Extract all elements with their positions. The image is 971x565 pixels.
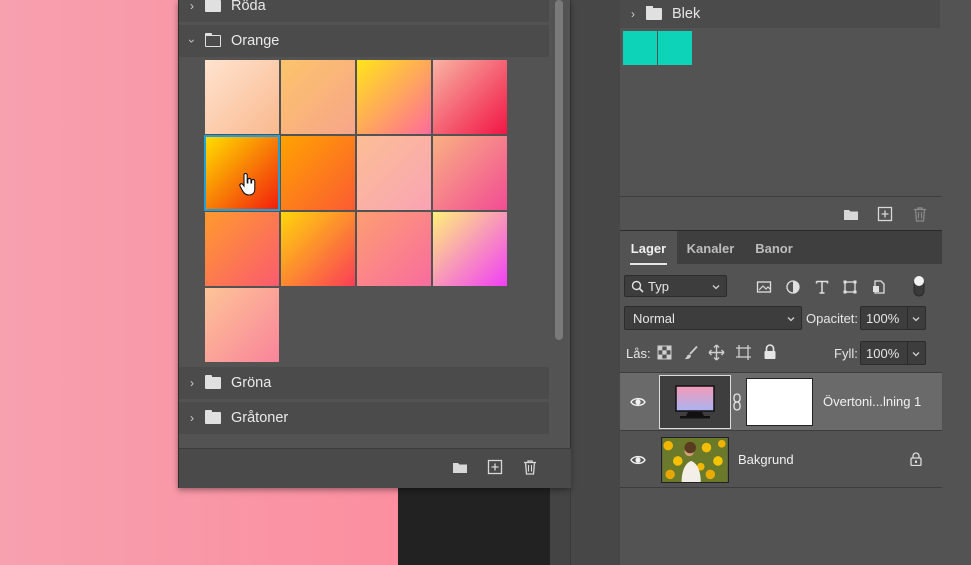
folder-icon xyxy=(205,375,221,389)
lock-artboard-icon[interactable] xyxy=(735,344,752,361)
layer-filter-label: Typ xyxy=(648,278,669,294)
lock-label: Lås: xyxy=(626,346,651,361)
adjustment-thumbnail[interactable] xyxy=(659,375,731,429)
hand-cursor-icon xyxy=(239,173,256,196)
gradient-swatch[interactable] xyxy=(281,136,355,210)
swatches-panel-footer xyxy=(620,196,942,230)
layers-panel-tabs: Lager Kanaler Banor xyxy=(620,230,971,265)
gradient-group-label: Orange xyxy=(231,33,280,49)
layer-row-background[interactable]: Bakgrund xyxy=(620,430,942,488)
layer-name[interactable]: Övertoni...lning 1 xyxy=(823,394,921,409)
gradient-swatch[interactable] xyxy=(357,60,431,134)
gradient-swatch[interactable] xyxy=(281,60,355,134)
layer-row-adjustment[interactable]: Övertoni...lning 1 xyxy=(620,372,942,430)
swatch-group-blek[interactable]: › Blek xyxy=(620,0,940,28)
trash-icon[interactable] xyxy=(911,205,929,223)
gradients-scrollbar[interactable] xyxy=(553,0,565,340)
chain-link-icon[interactable] xyxy=(732,393,742,411)
gradient-group-label: Gröna xyxy=(231,375,272,391)
folder-icon xyxy=(205,0,221,12)
new-preset-icon[interactable] xyxy=(486,458,504,476)
gradient-swatch[interactable] xyxy=(433,60,507,134)
blend-mode-select[interactable]: Normal xyxy=(624,306,802,330)
panel-column-divider xyxy=(570,0,620,565)
lock-icon xyxy=(910,452,922,466)
chevron-down-icon xyxy=(912,352,920,357)
fill-input[interactable]: 100% xyxy=(860,341,908,365)
chevron-down-icon[interactable]: › xyxy=(185,28,199,54)
blend-mode-value: Normal xyxy=(633,310,675,326)
background-image-thumbnail[interactable] xyxy=(661,437,729,483)
scrollbar-thumb[interactable] xyxy=(555,0,563,340)
chevron-right-icon[interactable]: › xyxy=(620,7,646,21)
folder-icon xyxy=(646,6,662,20)
swatch-group-label: Blek xyxy=(672,6,701,22)
search-icon xyxy=(631,280,644,293)
opacity-label: Opacitet: xyxy=(806,311,859,326)
chevron-right-icon[interactable]: › xyxy=(179,0,205,13)
fill-value: 100% xyxy=(866,345,900,361)
adjustment-filter-icon[interactable] xyxy=(785,279,801,295)
new-group-icon[interactable] xyxy=(842,205,860,223)
fill-label: Fyll: xyxy=(834,346,858,361)
chevron-right-icon[interactable]: › xyxy=(179,411,205,425)
fill-dropdown[interactable] xyxy=(908,341,926,365)
blend-row: Normal Opacitet: 100% xyxy=(620,306,942,332)
right-panel-column: › Blek Lager Kanaler Banor Typ Normal Op… xyxy=(620,0,971,565)
gradients-panel-footer xyxy=(179,448,571,488)
eye-visibility-icon[interactable] xyxy=(630,452,646,468)
chevron-down-icon xyxy=(912,317,920,322)
lock-position-move-icon[interactable] xyxy=(708,344,725,361)
chevron-down-icon xyxy=(787,317,795,322)
color-swatch[interactable] xyxy=(623,31,657,65)
lock-all-icon[interactable] xyxy=(763,344,777,360)
layer-filter-select[interactable]: Typ xyxy=(624,275,727,297)
shape-filter-icon[interactable] xyxy=(842,279,858,295)
image-filter-icon[interactable] xyxy=(756,279,772,295)
opacity-input[interactable]: 100% xyxy=(860,306,908,330)
gradient-group-label: Gråtoner xyxy=(231,410,289,426)
layer-name[interactable]: Bakgrund xyxy=(738,452,794,467)
gradient-swatch[interactable] xyxy=(205,288,279,362)
folder-icon xyxy=(205,410,221,424)
gradient-swatch[interactable] xyxy=(433,212,507,286)
gradients-panel: › Röda › Orange › Gröna › Gråtoner xyxy=(178,0,571,488)
open-folder-icon xyxy=(204,33,221,47)
gradient-swatch[interactable] xyxy=(433,136,507,210)
gradient-swatch[interactable] xyxy=(357,212,431,286)
opacity-value: 100% xyxy=(866,310,900,326)
canvas-pasteboard xyxy=(398,488,550,565)
gradient-swatch[interactable] xyxy=(205,60,279,134)
tab-lager[interactable]: Lager xyxy=(620,231,677,265)
color-swatch[interactable] xyxy=(658,31,692,65)
layer-mask-thumbnail[interactable] xyxy=(746,378,813,426)
lock-row: Lås: Fyll: 100% xyxy=(620,340,942,366)
eye-visibility-icon[interactable] xyxy=(630,394,646,410)
smart-object-filter-icon[interactable] xyxy=(871,279,887,295)
gradient-swatch[interactable] xyxy=(281,212,355,286)
tab-kanaler[interactable]: Kanaler xyxy=(677,231,744,265)
gradient-group-label: Röda xyxy=(231,0,266,14)
new-group-icon[interactable] xyxy=(451,458,469,476)
gradient-swatch[interactable] xyxy=(357,136,431,210)
panel-dock-edge xyxy=(942,0,971,565)
filter-toggle-switch[interactable] xyxy=(912,274,926,298)
gradient-group-orange[interactable]: › Orange xyxy=(179,25,549,57)
opacity-dropdown[interactable] xyxy=(908,306,926,330)
chevron-right-icon[interactable]: › xyxy=(179,376,205,390)
layer-filter-row: Typ xyxy=(620,272,942,300)
gradient-group-grona[interactable]: › Gröna xyxy=(179,367,549,399)
trash-icon[interactable] xyxy=(521,458,539,476)
gradient-map-icon xyxy=(675,385,715,419)
gradient-group-gratoner[interactable]: › Gråtoner xyxy=(179,402,549,434)
chevron-down-icon xyxy=(712,285,720,290)
lock-pixels-brush-icon[interactable] xyxy=(683,345,699,361)
new-swatch-icon[interactable] xyxy=(876,205,894,223)
gradient-swatch[interactable] xyxy=(205,212,279,286)
type-filter-icon[interactable] xyxy=(814,279,830,295)
lock-transparency-icon[interactable] xyxy=(657,345,672,360)
gradient-group-roda[interactable]: › Röda xyxy=(179,0,549,22)
tab-banor[interactable]: Banor xyxy=(744,231,804,265)
